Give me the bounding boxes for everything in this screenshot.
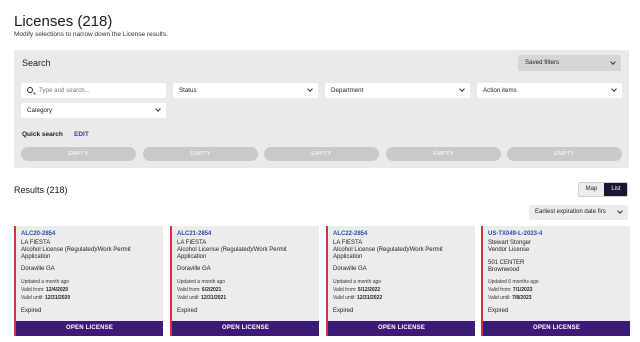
chevron-down-icon xyxy=(155,106,161,112)
view-toggle: Map List xyxy=(578,182,628,197)
valid-until: Valid until: 12/31/2020 xyxy=(21,295,70,301)
valid-from: Valid from: 5/12/2022 xyxy=(333,287,380,293)
results-title: Results (218) xyxy=(14,185,68,195)
license-details: LA FIESTA Alcohol License (Regulated)/Wo… xyxy=(333,240,473,261)
valid-from-label: Valid from: xyxy=(177,287,201,293)
license-holder: LA FIESTA xyxy=(21,240,51,246)
status-filter-label: Status xyxy=(179,87,197,94)
license-holder: LA FIESTA xyxy=(333,240,363,246)
open-license-button[interactable]: OPEN LICENSE xyxy=(483,321,630,336)
license-status: Expired xyxy=(488,308,509,314)
license-type: Alcohol License (Regulated)/Work Permit … xyxy=(333,247,443,260)
quick-search-label: Quick search xyxy=(22,131,63,138)
license-updated: Updated a month ago xyxy=(21,279,70,285)
license-location: Doraville GA xyxy=(177,266,211,272)
license-id-link[interactable]: ALC20-2854 xyxy=(21,231,55,237)
license-type: Alcohol License (Regulated)/Work Permit … xyxy=(21,247,131,260)
valid-from-label: Valid from: xyxy=(333,287,357,293)
license-location: Doraville GA xyxy=(21,266,55,272)
valid-until-label: Valid until: xyxy=(177,295,200,301)
valid-until: Valid until: 12/31/2022 xyxy=(333,295,382,301)
license-id-link[interactable]: US-TX049-L-2023-4 xyxy=(488,231,542,237)
license-holder: LA FIESTA xyxy=(177,240,207,246)
valid-from: Valid from: 12/4/2020 xyxy=(21,287,68,293)
quick-search-slot-2[interactable]: EMPTY xyxy=(143,147,258,161)
page-title: Licenses (218) xyxy=(14,13,113,30)
license-card: ALC20-2854 LA FIESTA Alcohol License (Re… xyxy=(14,226,163,336)
department-filter[interactable]: Department xyxy=(325,83,470,98)
license-details: Stewart Stonger Vendor License xyxy=(488,240,628,254)
department-filter-label: Department xyxy=(331,87,364,94)
chevron-down-icon xyxy=(617,208,623,214)
search-input[interactable]: Type and search... xyxy=(21,83,166,98)
action-items-filter[interactable]: Action items xyxy=(477,83,622,98)
sort-label: Earliest expiration date firs xyxy=(535,209,606,215)
valid-from-value: 5/12/2022 xyxy=(357,287,381,293)
license-status: Expired xyxy=(177,308,198,314)
valid-from: Valid from: 7/1/2023 xyxy=(488,287,532,293)
search-title: Search xyxy=(22,58,51,68)
license-location: Doraville GA xyxy=(333,266,367,272)
open-license-button[interactable]: OPEN LICENSE xyxy=(16,321,163,336)
valid-from-value: 7/1/2023 xyxy=(512,287,533,293)
license-updated: Updated a month ago xyxy=(177,279,226,285)
license-type: Vendor License xyxy=(488,247,530,253)
quick-search-slot-1[interactable]: EMPTY xyxy=(21,147,136,161)
license-address-line1: 501 CENTER xyxy=(488,260,525,266)
action-items-filter-label: Action items xyxy=(483,87,517,94)
saved-filters-label: Saved filters xyxy=(525,59,560,66)
chevron-down-icon xyxy=(459,86,465,92)
license-address-line2: Brownwood xyxy=(488,267,520,273)
license-status: Expired xyxy=(333,308,354,314)
license-holder: Stewart Stonger xyxy=(488,240,532,246)
license-card: ALC22-2854 LA FIESTA Alcohol License (Re… xyxy=(326,226,475,336)
valid-until-value: 12/31/2021 xyxy=(201,295,227,301)
valid-until-value: 12/31/2020 xyxy=(45,295,71,301)
license-card: ALC21-2854 LA FIESTA Alcohol License (Re… xyxy=(170,226,319,336)
open-license-button[interactable]: OPEN LICENSE xyxy=(172,321,319,336)
valid-from-value: 6/2/2021 xyxy=(201,287,222,293)
status-filter[interactable]: Status xyxy=(173,83,318,98)
valid-until-label: Valid until: xyxy=(488,295,511,301)
valid-from: Valid from: 6/2/2021 xyxy=(177,287,221,293)
quick-search-slot-4[interactable]: EMPTY xyxy=(386,147,501,161)
saved-filters-dropdown[interactable]: Saved filters xyxy=(518,55,621,71)
category-filter[interactable]: Category xyxy=(21,103,166,118)
open-license-button[interactable]: OPEN LICENSE xyxy=(328,321,475,336)
sort-dropdown[interactable]: Earliest expiration date firs xyxy=(529,205,628,220)
valid-until: Valid until: 7/8/2023 xyxy=(488,295,532,301)
search-placeholder: Type and search... xyxy=(39,87,90,94)
page-subtitle: Modify selections to narrow down the Lic… xyxy=(14,31,168,38)
quick-search-slot-5[interactable]: EMPTY xyxy=(507,147,622,161)
valid-until-value: 12/31/2022 xyxy=(357,295,383,301)
license-details: LA FIESTA Alcohol License (Regulated)/Wo… xyxy=(177,240,317,261)
quick-search-edit-link[interactable]: EDIT xyxy=(74,131,89,138)
map-view-button[interactable]: Map xyxy=(579,183,604,196)
valid-from-label: Valid from: xyxy=(21,287,45,293)
valid-until-label: Valid until: xyxy=(333,295,356,301)
search-panel: Search Saved filters Type and search... … xyxy=(14,50,629,168)
valid-from-value: 12/4/2020 xyxy=(45,287,69,293)
chevron-down-icon xyxy=(307,86,313,92)
license-status: Expired xyxy=(21,308,42,314)
list-view-button[interactable]: List xyxy=(604,183,627,196)
search-icon xyxy=(27,87,33,93)
valid-until-label: Valid until: xyxy=(21,295,44,301)
license-details: LA FIESTA Alcohol License (Regulated)/Wo… xyxy=(21,240,161,261)
valid-until: Valid until: 12/31/2021 xyxy=(177,295,226,301)
valid-from-label: Valid from: xyxy=(488,287,512,293)
quick-search-slot-3[interactable]: EMPTY xyxy=(264,147,379,161)
category-filter-label: Category xyxy=(27,107,53,114)
license-updated: Updated a month ago xyxy=(333,279,382,285)
license-updated: Updated 6 months ago xyxy=(488,279,539,285)
chevron-down-icon xyxy=(611,86,617,92)
license-card: US-TX049-L-2023-4 Stewart Stonger Vendor… xyxy=(481,226,630,336)
license-id-link[interactable]: ALC22-2854 xyxy=(333,231,367,237)
license-id-link[interactable]: ALC21-2854 xyxy=(177,231,211,237)
license-type: Alcohol License (Regulated)/Work Permit … xyxy=(177,247,287,260)
chevron-down-icon xyxy=(610,59,616,65)
valid-until-value: 7/8/2023 xyxy=(512,295,532,301)
